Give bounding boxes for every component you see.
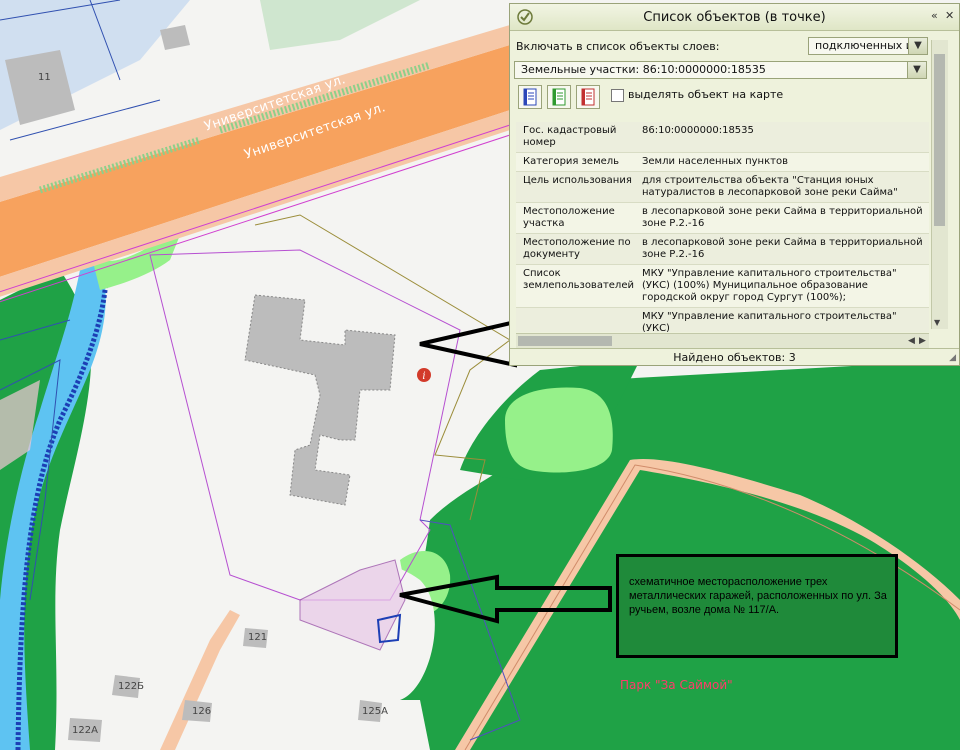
annotation-box: схематичное месторасположение трех метал… xyxy=(616,554,898,658)
attribute-value: МКУ "Управление капитального строительст… xyxy=(637,264,929,308)
attribute-key: Категория земель xyxy=(516,152,638,172)
house-number-125a: 125А xyxy=(362,706,388,717)
house-number-122a: 122А xyxy=(72,725,98,736)
resize-grip-icon[interactable]: ◢ xyxy=(949,350,956,367)
attribute-value: 86:10:0000000:18535 xyxy=(637,122,929,153)
attribute-key: Цель использования xyxy=(516,171,638,203)
house-number-122b: 122Б xyxy=(118,681,144,692)
attribute-key: Местоположение участка xyxy=(516,202,638,234)
attribute-value: в лесопарковой зоне реки Сайма в террито… xyxy=(637,233,929,265)
info-marker-glyph: i xyxy=(422,371,425,382)
attribute-key xyxy=(516,307,638,332)
attribute-key: Гос. кадастровый номер xyxy=(516,122,638,153)
highlight-checkbox[interactable] xyxy=(611,89,624,102)
vertical-scrollbar[interactable]: ▼ xyxy=(931,40,948,329)
layer-object-select[interactable]: Земельные участки: 86:10:0000000:18535 ▼ xyxy=(514,61,927,79)
collapse-icon[interactable]: « xyxy=(931,9,938,23)
highlight-label: выделять объект на карте xyxy=(628,88,784,101)
document-green-button[interactable] xyxy=(547,85,571,109)
document-red-icon xyxy=(581,88,595,106)
horizontal-scrollbar[interactable]: ◀ ▶ xyxy=(516,333,929,348)
table-row: МКУ "Управление капитального строительст… xyxy=(516,307,929,332)
attribute-key: Местоположение по документу xyxy=(516,233,638,265)
chevron-down-icon[interactable]: ▼ xyxy=(908,38,927,54)
house-number-126: 126 xyxy=(192,706,212,717)
include-layers-select[interactable]: подключенных и ▼ xyxy=(808,37,928,55)
panel-titlebar[interactable]: Список объектов (в точке) « ✕ xyxy=(510,4,959,31)
panel-title: Список объектов (в точке) xyxy=(643,10,826,25)
attribute-value: для строительства объекта "Станция юных … xyxy=(637,171,929,203)
light-green-area xyxy=(505,387,613,473)
document-green-icon xyxy=(552,88,566,106)
document-blue-icon xyxy=(523,88,537,106)
chevron-down-icon[interactable]: ▼ xyxy=(907,62,926,78)
status-bar: Найдено объектов: 3 ◢ xyxy=(510,348,959,366)
attribute-value: Земли населенных пунктов xyxy=(637,152,929,172)
house-number-121: 121 xyxy=(248,632,268,643)
table-row: Местоположение по документу в лесопарково… xyxy=(516,233,929,265)
scroll-left-icon[interactable]: ◀ xyxy=(908,334,915,348)
annotation-text: схематичное месторасположение трех метал… xyxy=(629,576,887,616)
table-row: Категория земель Земли населенных пунктов xyxy=(516,152,929,172)
park-label: Парк "За Саймой" xyxy=(620,678,733,692)
attributes-table: Гос. кадастровый номер 86:10:0000000:1853… xyxy=(516,122,929,332)
table-row: Местоположение участка в лесопарковой зон… xyxy=(516,202,929,234)
house-number-11: 11 xyxy=(38,72,51,83)
object-list-panel: Список объектов (в точке) « ✕ Включать в… xyxy=(509,3,960,366)
attribute-value: в лесопарковой зоне реки Сайма в террито… xyxy=(637,202,929,234)
layer-object-value: Земельные участки: 86:10:0000000:18535 xyxy=(521,63,766,76)
close-icon[interactable]: ✕ xyxy=(945,9,954,23)
include-layers-row: Включать в список объекты слоев: xyxy=(516,40,719,53)
include-layers-value: подключенных и xyxy=(815,39,913,52)
table-row: Цель использования для строительства объе… xyxy=(516,171,929,203)
table-row: Список землепользователей МКУ "Управление… xyxy=(516,264,929,308)
vertical-scroll-thumb[interactable] xyxy=(934,54,945,226)
table-row: Гос. кадастровый номер 86:10:0000000:1853… xyxy=(516,122,929,153)
horizontal-scroll-thumb[interactable] xyxy=(518,336,612,346)
include-layers-label: Включать в список объекты слоев: xyxy=(516,40,720,53)
found-count: Найдено объектов: 3 xyxy=(673,351,796,364)
attribute-value: МКУ "Управление капитального строительст… xyxy=(637,307,929,332)
document-blue-button[interactable] xyxy=(518,85,542,109)
attribute-key: Список землепользователей xyxy=(516,264,638,308)
scroll-right-icon[interactable]: ▶ xyxy=(919,334,926,348)
document-red-button[interactable] xyxy=(576,85,600,109)
scroll-down-icon[interactable]: ▼ xyxy=(934,318,940,327)
